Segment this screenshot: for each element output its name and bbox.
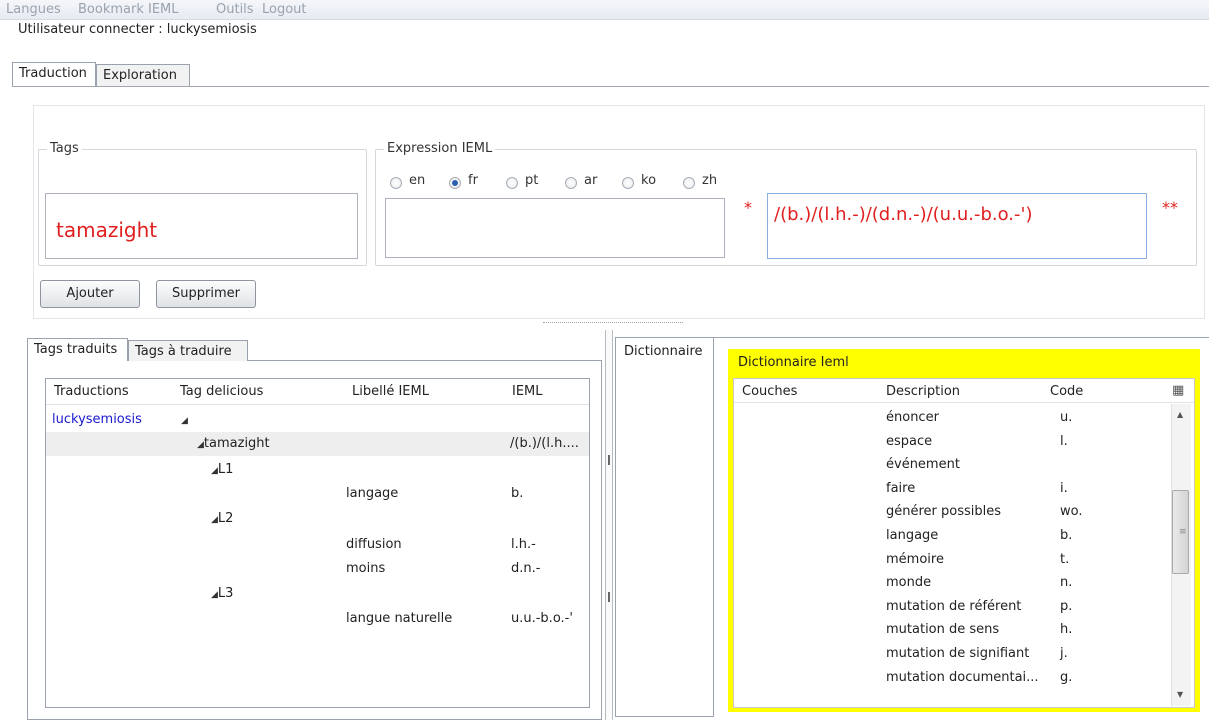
tree-item-code: b.: [511, 486, 524, 501]
expression-text-input[interactable]: [385, 198, 725, 258]
dictionary-row-description[interactable]: mutation de sens: [886, 622, 999, 637]
translations-tree-table: [45, 378, 590, 708]
menu-logout[interactable]: Logout: [262, 2, 307, 17]
radio-en[interactable]: [390, 177, 402, 189]
dictionary-row-code[interactable]: i.: [1060, 481, 1068, 496]
ieml-required-marker: **: [1162, 198, 1178, 217]
horizontal-splitter[interactable]: [33, 320, 1205, 330]
tab-exploration[interactable]: Exploration: [96, 64, 190, 86]
column-header-tag-delicious[interactable]: Tag delicious: [180, 384, 263, 399]
radio-ar[interactable]: [565, 177, 577, 189]
tree-node-user[interactable]: luckysemiosis: [52, 412, 142, 427]
dictionary-row-description[interactable]: mutation de signifiant: [886, 646, 1029, 661]
dictionary-row-code[interactable]: l.: [1060, 434, 1068, 449]
radio-pt[interactable]: [506, 177, 518, 189]
dictionary-row-description[interactable]: langage: [886, 528, 938, 543]
dictionary-row-code[interactable]: p.: [1060, 599, 1072, 614]
menu-bar: Langues Bookmark IEML Outils Logout: [0, 0, 1209, 20]
expand-icon[interactable]: ◢: [211, 466, 218, 476]
scroll-down-icon[interactable]: ▼: [1177, 690, 1183, 699]
user-status: Utilisateur connecter : luckysemiosis: [18, 22, 257, 37]
ieml-expression-input[interactable]: /(b.)/(l.h.-)/(d.n.-)/(u.u.-b.o.-'): [767, 193, 1147, 259]
dictionary-row-description[interactable]: monde: [886, 575, 931, 590]
tree-node-layer[interactable]: ◢L2: [211, 511, 233, 526]
dictionary-row-code[interactable]: j.: [1060, 646, 1068, 661]
tree-item-code: d.n.-: [511, 561, 541, 576]
dictionary-row-code[interactable]: b.: [1060, 528, 1072, 543]
tree-node-layer[interactable]: ◢L1: [211, 462, 233, 477]
dictionary-title: Dictionnaire Ieml: [738, 355, 849, 370]
dictionary-row-code[interactable]: h.: [1060, 622, 1072, 637]
tree-item-code: u.u.-b.o.-': [511, 611, 573, 626]
radio-ko-label: ko: [641, 173, 657, 188]
add-button[interactable]: Ajouter: [40, 280, 140, 308]
column-header-traductions[interactable]: Traductions: [54, 384, 129, 399]
delete-button[interactable]: Supprimer: [156, 280, 256, 308]
column-header-description[interactable]: Description: [886, 384, 960, 399]
column-header-code[interactable]: Code: [1050, 384, 1083, 399]
radio-fr[interactable]: [449, 177, 461, 189]
dictionary-row-description[interactable]: espace: [886, 434, 932, 449]
tab-dictionnaire-label: Dictionnaire: [624, 344, 703, 359]
column-chooser-icon[interactable]: ▦: [1172, 383, 1184, 398]
menu-langues[interactable]: Langues: [6, 2, 61, 17]
menu-bookmark-ieml[interactable]: Bookmark IEML: [78, 2, 179, 17]
dictionary-row-code[interactable]: g.: [1060, 670, 1072, 685]
dictionary-row-code[interactable]: t.: [1060, 552, 1069, 567]
tab-traduction[interactable]: Traduction: [12, 62, 96, 86]
dictionary-row-description[interactable]: événement: [886, 457, 960, 472]
dictionary-row-description[interactable]: mutation de référent: [886, 599, 1021, 614]
dictionary-row-description[interactable]: mémoire: [886, 552, 944, 567]
tab-tags-traduits[interactable]: Tags traduits: [27, 338, 128, 361]
tree-node-layer[interactable]: ◢L3: [211, 586, 233, 601]
dictionary-row-code[interactable]: wo.: [1060, 504, 1083, 519]
expand-icon[interactable]: ◢: [197, 440, 204, 450]
radio-en-label: en: [409, 173, 426, 188]
tree-item-label: moins: [346, 561, 386, 576]
radio-zh-label: zh: [702, 173, 718, 188]
tab-dictionnaire[interactable]: Dictionnaire: [615, 337, 713, 717]
expand-icon[interactable]: ◢: [211, 515, 218, 525]
scrollbar-thumb[interactable]: ≡: [1172, 490, 1189, 574]
column-header-ieml[interactable]: IEML: [512, 384, 543, 399]
radio-ko[interactable]: [622, 177, 634, 189]
radio-zh[interactable]: [683, 177, 695, 189]
menu-outils[interactable]: Outils: [216, 2, 254, 17]
dictionary-row-description[interactable]: générer possibles: [886, 504, 1001, 519]
column-header-libelle-ieml[interactable]: Libellé IEML: [352, 384, 429, 399]
expression-group-title: Expression IEML: [384, 141, 496, 156]
dictionary-row-code[interactable]: n.: [1060, 575, 1072, 590]
radio-pt-label: pt: [525, 173, 539, 188]
column-header-couches[interactable]: Couches: [742, 384, 797, 399]
tags-input[interactable]: tamazight: [45, 193, 358, 259]
tree-item-code: l.h.-: [511, 537, 536, 552]
required-marker: *: [744, 198, 752, 217]
tab-divider: [12, 86, 1209, 87]
tree-item-label: diffusion: [346, 537, 402, 552]
scroll-up-icon[interactable]: ▲: [1177, 410, 1183, 419]
tree-item-label: langage: [346, 486, 399, 501]
tag-ieml-value: /(b.)/(l.h....: [510, 436, 579, 451]
radio-fr-label: fr: [468, 173, 478, 188]
tags-group-title: Tags: [47, 141, 82, 156]
vertical-splitter[interactable]: [605, 330, 613, 720]
expand-icon[interactable]: ◢: [181, 416, 188, 426]
radio-ar-label: ar: [584, 173, 598, 188]
tree-item-label: langue naturelle: [346, 611, 453, 626]
dictionary-row-description[interactable]: faire: [886, 481, 915, 496]
tab-tags-a-traduire[interactable]: Tags à traduire: [128, 340, 248, 361]
dictionary-row-code[interactable]: u.: [1060, 410, 1072, 425]
dictionary-row-description[interactable]: énoncer: [886, 410, 939, 425]
tree-node-tag[interactable]: ◢tamazight: [197, 436, 270, 451]
dictionary-row-description[interactable]: mutation documentai...: [886, 670, 1039, 685]
table-row-selected[interactable]: [46, 432, 589, 456]
expand-icon[interactable]: ◢: [211, 590, 218, 600]
